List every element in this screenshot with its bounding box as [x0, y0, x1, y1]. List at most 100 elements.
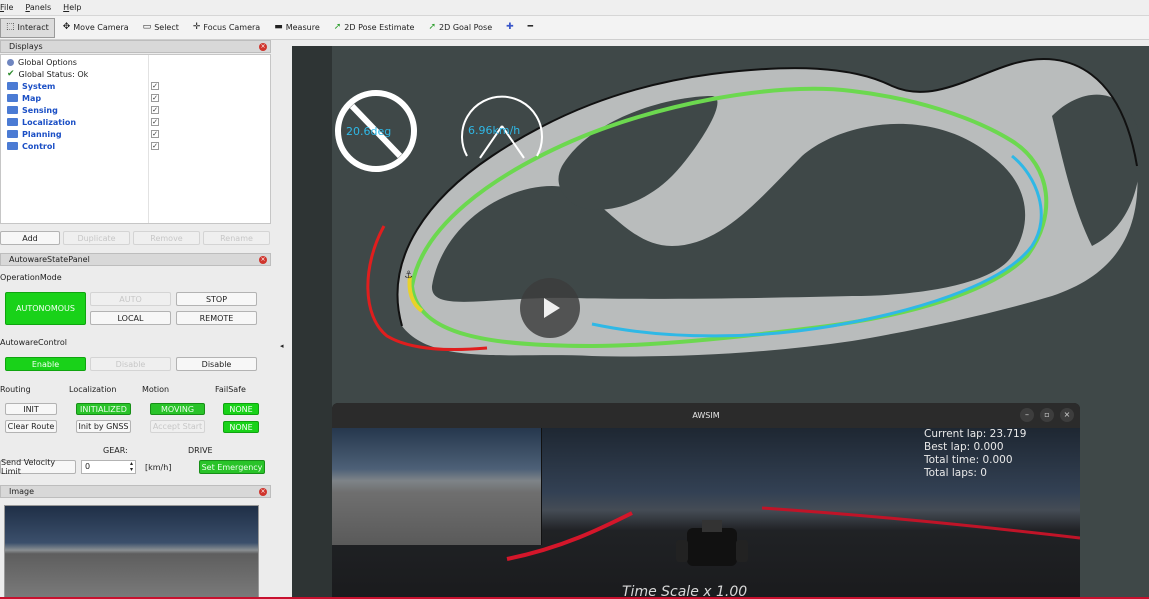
localization-label: Localization: [69, 385, 117, 394]
plus-icon: ✚: [506, 22, 514, 32]
rename-button[interactable]: Rename: [203, 231, 270, 245]
sensing-checkbox[interactable]: ✓: [151, 106, 159, 114]
play-button[interactable]: [520, 278, 580, 338]
tree-item-label: System: [22, 81, 56, 91]
lap-hud: Current lap: 23.719 Best lap: 0.000 Tota…: [924, 428, 1026, 480]
total-laps: Total laps: 0: [924, 467, 987, 479]
tree-item-global-status[interactable]: ✔ Global Status: Ok: [7, 68, 88, 80]
camera-image: [4, 505, 259, 599]
displays-button-row: Add Duplicate Remove Rename: [0, 231, 271, 245]
folder-icon: [7, 94, 18, 102]
goal-arrow-icon: ➚: [428, 22, 437, 32]
simulation-scene: Current lap: 23.719 Best lap: 0.000 Tota…: [332, 428, 1080, 599]
stop-button[interactable]: STOP: [176, 292, 257, 306]
focus-camera-tool[interactable]: ✛ Focus Camera: [187, 18, 266, 38]
measure-label: Measure: [285, 23, 320, 32]
track-curb-right: [761, 506, 1080, 540]
tree-item-sensing[interactable]: Sensing: [7, 104, 58, 116]
tree-item-global-options[interactable]: Global Options: [7, 56, 77, 68]
menu-panels[interactable]: Panels: [25, 3, 51, 12]
control-checkbox[interactable]: ✓: [151, 142, 159, 150]
add-button[interactable]: Add: [0, 231, 60, 245]
spin-arrows-icon[interactable]: ▴ ▾: [130, 461, 133, 473]
tree-item-control[interactable]: Control: [7, 140, 55, 152]
menu-help[interactable]: Help: [63, 3, 81, 12]
select-icon: ▭: [142, 22, 152, 32]
move-camera-tool[interactable]: ✥ Move Camera: [57, 18, 135, 38]
tree-item-planning[interactable]: Planning: [7, 128, 62, 140]
speed-text: 6.96km/h: [468, 124, 520, 137]
steer-angle-text: 20.6deg: [346, 125, 391, 138]
routing-label: Routing: [0, 385, 31, 394]
tree-item-label: Control: [22, 141, 56, 151]
close-icon[interactable]: ×: [259, 43, 267, 51]
routing-init-status: INIT: [5, 403, 57, 415]
accept-start-button[interactable]: Accept Start: [150, 420, 205, 433]
add-tool-button[interactable]: ✚: [500, 18, 520, 38]
app-root: File Panels Help ⬚ Interact ✥ Move Camer…: [0, 0, 1149, 599]
pose-estimate-tool[interactable]: ➚ 2D Pose Estimate: [328, 18, 421, 38]
velocity-input[interactable]: 0 ▴ ▾: [81, 460, 136, 474]
track-curb-left: [506, 511, 633, 561]
image-title: Image: [9, 487, 35, 496]
select-tool[interactable]: ▭ Select: [137, 18, 185, 38]
goal-pose-label: 2D Goal Pose: [439, 23, 493, 32]
measure-tool[interactable]: ▬ Measure: [268, 18, 326, 38]
close-icon[interactable]: ×: [259, 256, 267, 264]
window-controls: – ▫ ×: [1020, 408, 1074, 422]
state-panel-title-text: AutowareStatePanel: [9, 255, 90, 264]
disable-button[interactable]: Disable: [176, 357, 257, 371]
folder-icon: [7, 106, 18, 114]
send-velocity-button[interactable]: Send Velocity Limit: [0, 458, 76, 476]
interact-tool[interactable]: ⬚ Interact: [0, 17, 55, 38]
interact-label: Interact: [17, 23, 49, 32]
column-divider: [148, 55, 149, 223]
failsafe-label: FailSafe: [215, 385, 246, 394]
toolbar: ⬚ Interact ✥ Move Camera ▭ Select ✛ Focu…: [0, 16, 1149, 40]
close-icon[interactable]: ×: [1060, 408, 1074, 422]
remove-button[interactable]: Remove: [133, 231, 200, 245]
velocity-value: 0: [85, 462, 91, 471]
failsafe-status-2: NONE: [223, 421, 259, 433]
pose-estimate-label: 2D Pose Estimate: [344, 23, 415, 32]
system-checkbox[interactable]: ✓: [151, 82, 159, 90]
displays-tree: Global Options ✔ Global Status: Ok Syste…: [0, 54, 271, 224]
autonomous-status: AUTONOMOUS: [5, 292, 86, 325]
tree-item-system[interactable]: System: [7, 80, 55, 92]
race-car-icon: [676, 520, 748, 566]
goal-pose-tool[interactable]: ➚ 2D Goal Pose: [422, 18, 498, 38]
enable-status: Enable: [5, 357, 86, 371]
viewport-edge: [292, 46, 332, 599]
localization-checkbox[interactable]: ✓: [151, 118, 159, 126]
autoware-control-label: AutowareControl: [0, 338, 67, 347]
planning-checkbox[interactable]: ✓: [151, 130, 159, 138]
select-label: Select: [154, 23, 179, 32]
set-emergency-button[interactable]: Set Emergency: [199, 460, 265, 474]
duplicate-button[interactable]: Duplicate: [63, 231, 130, 245]
local-button[interactable]: LOCAL: [90, 311, 171, 325]
move-icon: ✥: [62, 22, 71, 32]
drive-label: DRIVE: [188, 446, 213, 455]
menu-file[interactable]: File: [0, 3, 13, 12]
tree-item-map[interactable]: Map: [7, 92, 41, 104]
enable-grey-button[interactable]: Disable: [90, 357, 171, 371]
clear-route-button[interactable]: Clear Route: [5, 420, 57, 433]
minus-icon: ━: [527, 22, 534, 32]
awsim-window: AWSIM – ▫ × Current lap: 23.719 Best lap…: [332, 403, 1080, 599]
gear-label: GEAR:: [103, 446, 128, 455]
close-icon[interactable]: ×: [259, 488, 267, 496]
cursor-icon: ⬚: [6, 22, 15, 32]
remove-tool-button[interactable]: ━: [522, 18, 539, 38]
minimize-icon[interactable]: –: [1020, 408, 1034, 422]
init-gnss-button[interactable]: Init by GNSS: [76, 420, 131, 433]
tree-item-label: Localization: [22, 117, 77, 127]
collapse-arrow-icon[interactable]: ◂: [280, 342, 284, 350]
tree-item-localization[interactable]: Localization: [7, 116, 76, 128]
dock-splitter[interactable]: ◂: [280, 40, 292, 599]
ruler-icon: ▬: [274, 22, 283, 32]
left-dock: Displays × Global Options ✔ Global Statu…: [0, 40, 280, 599]
maximize-icon[interactable]: ▫: [1040, 408, 1054, 422]
map-checkbox[interactable]: ✓: [151, 94, 159, 102]
auto-button[interactable]: AUTO: [90, 292, 171, 306]
remote-button[interactable]: REMOTE: [176, 311, 257, 325]
